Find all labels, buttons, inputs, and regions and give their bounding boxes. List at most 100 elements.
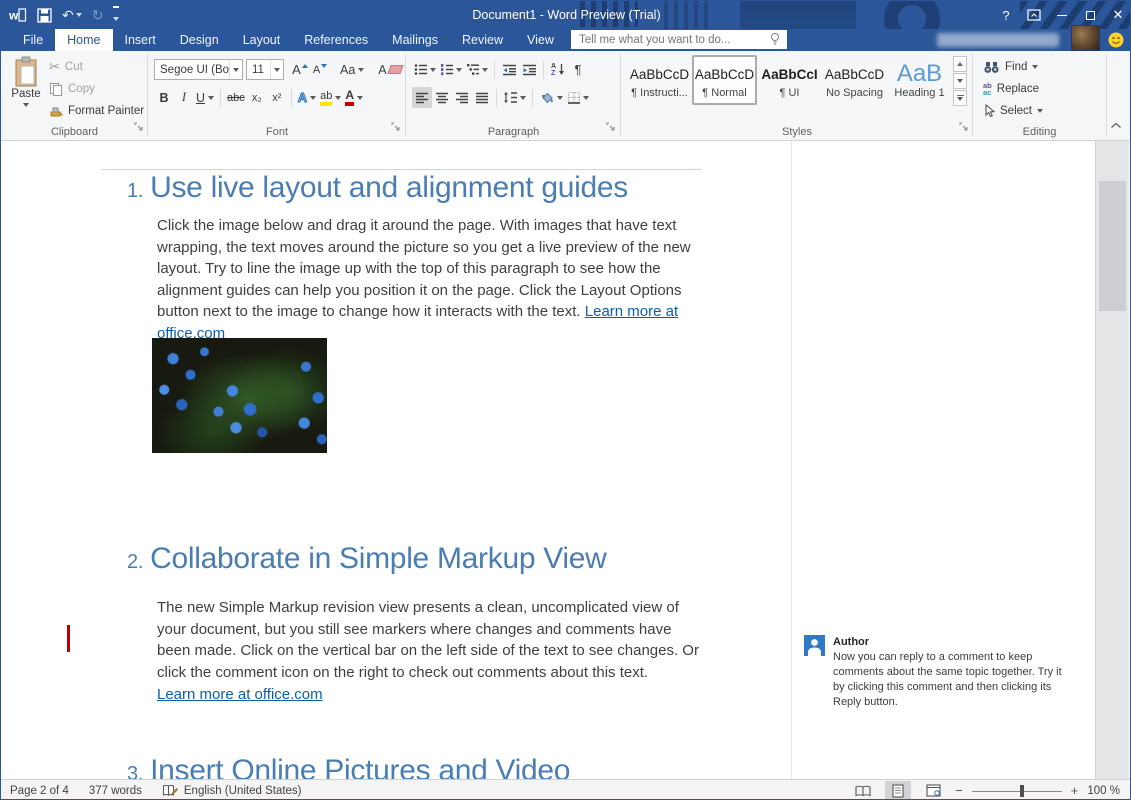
style-instructions[interactable]: AaBbCcD ¶ Instructi...: [627, 55, 692, 105]
office-link-2[interactable]: Learn more at office.com: [157, 686, 323, 703]
sort-button[interactable]: AZ: [548, 59, 568, 80]
tab-insert[interactable]: Insert: [113, 29, 168, 51]
tab-home[interactable]: Home: [55, 29, 112, 51]
font-dialog-launcher[interactable]: [391, 119, 401, 137]
tell-me-input[interactable]: [571, 34, 769, 46]
paste-button[interactable]: Paste: [7, 56, 45, 126]
print-layout-button[interactable]: [885, 781, 911, 800]
paste-dropdown-caret[interactable]: [23, 103, 29, 107]
close-button[interactable]: ✕: [1104, 1, 1131, 29]
style-ui[interactable]: AaBbCcI ¶ UI: [757, 55, 822, 105]
revision-marker-bar[interactable]: [67, 625, 70, 652]
font-size-caret[interactable]: [270, 60, 283, 79]
tab-review[interactable]: Review: [450, 29, 515, 51]
zoom-level[interactable]: 100 %: [1087, 785, 1120, 797]
clipboard-dialog-launcher[interactable]: [134, 119, 144, 137]
scrollbar-thumb[interactable]: [1099, 181, 1126, 311]
change-case-button[interactable]: Aa: [338, 59, 366, 80]
tab-layout[interactable]: Layout: [231, 29, 293, 51]
decrease-indent-button[interactable]: [499, 59, 519, 80]
bullets-caret[interactable]: [430, 68, 436, 72]
align-center-button[interactable]: [432, 87, 452, 108]
copy-button[interactable]: Copy: [49, 79, 95, 99]
tab-mailings[interactable]: Mailings: [380, 29, 450, 51]
highlight-caret[interactable]: [335, 96, 341, 100]
line-spacing-button[interactable]: [501, 87, 528, 108]
find-caret[interactable]: [1032, 65, 1038, 69]
tab-references[interactable]: References: [292, 29, 380, 51]
align-left-button[interactable]: [412, 87, 432, 108]
replace-button[interactable]: ab ac Replace: [983, 79, 1039, 99]
page-indicator[interactable]: Page 2 of 4: [10, 785, 69, 797]
save-icon[interactable]: [37, 1, 52, 29]
align-right-button[interactable]: [452, 87, 472, 108]
text-effects-caret[interactable]: [310, 96, 316, 100]
numbering-caret[interactable]: [456, 68, 462, 72]
tab-file[interactable]: File: [11, 29, 55, 51]
borders-caret[interactable]: [583, 96, 589, 100]
find-button[interactable]: Find: [983, 57, 1038, 77]
zoom-slider[interactable]: [972, 785, 1062, 797]
numbering-button[interactable]: [438, 59, 464, 80]
shading-caret[interactable]: [557, 96, 563, 100]
select-button[interactable]: Select: [983, 101, 1043, 121]
paragraph-dialog-launcher[interactable]: [606, 119, 616, 137]
styles-scroll-down[interactable]: [953, 73, 967, 89]
collapse-ribbon-button[interactable]: [1110, 116, 1122, 134]
multilevel-list-button[interactable]: [464, 59, 490, 80]
bullets-button[interactable]: [412, 59, 438, 80]
vertical-scrollbar[interactable]: [1095, 141, 1129, 779]
redo-button[interactable]: ↻: [92, 1, 104, 29]
undo-button[interactable]: ↶: [62, 1, 82, 29]
tab-design[interactable]: Design: [168, 29, 231, 51]
italic-button[interactable]: I: [174, 87, 194, 108]
shrink-font-button[interactable]: A: [310, 59, 330, 80]
subscript-button[interactable]: x₂: [247, 87, 267, 108]
cut-button[interactable]: ✂ Cut: [49, 57, 83, 77]
document-canvas[interactable]: 1. Use live layout and alignment guides …: [1, 141, 1131, 779]
undo-dropdown-caret[interactable]: [76, 13, 82, 17]
underline-button[interactable]: U: [194, 87, 216, 108]
styles-dialog-launcher[interactable]: [959, 119, 969, 137]
tab-view[interactable]: View: [515, 29, 566, 51]
flowers-image[interactable]: [152, 338, 327, 453]
font-size-combobox[interactable]: 11: [246, 59, 284, 80]
clear-formatting-button[interactable]: A: [376, 59, 403, 80]
bold-button[interactable]: B: [154, 87, 174, 108]
user-avatar[interactable]: [1071, 25, 1100, 51]
styles-scroll-up[interactable]: [953, 56, 967, 72]
format-painter-button[interactable]: Format Painter: [49, 101, 144, 121]
tell-me-box[interactable]: [571, 30, 787, 49]
word-count[interactable]: 377 words: [89, 785, 142, 797]
zoom-in-button[interactable]: +: [1071, 783, 1079, 798]
ribbon-display-options-button[interactable]: [1020, 1, 1048, 29]
style-no-spacing[interactable]: AaBbCcD No Spacing: [822, 55, 887, 105]
select-caret[interactable]: [1037, 109, 1043, 113]
text-effects-button[interactable]: A: [296, 87, 318, 108]
styles-more-button[interactable]: [953, 90, 967, 106]
multilevel-list-caret[interactable]: [482, 68, 488, 72]
customize-quick-access-button[interactable]: [113, 1, 119, 29]
feedback-smiley-icon[interactable]: [1108, 32, 1124, 53]
justify-button[interactable]: [472, 87, 492, 108]
zoom-slider-thumb[interactable]: [1020, 785, 1024, 797]
underline-caret[interactable]: [208, 96, 214, 100]
show-hide-marks-button[interactable]: ¶: [568, 59, 588, 80]
read-mode-button[interactable]: [850, 781, 876, 800]
font-color-button[interactable]: A: [343, 87, 365, 108]
zoom-out-button[interactable]: −: [955, 783, 963, 798]
font-name-combobox[interactable]: Segoe UI (Bod: [154, 59, 243, 80]
grow-font-button[interactable]: A: [290, 59, 310, 80]
style-normal[interactable]: AaBbCcD ¶ Normal: [692, 55, 757, 105]
increase-indent-button[interactable]: [519, 59, 539, 80]
highlight-button[interactable]: ab: [318, 87, 343, 108]
shading-button[interactable]: [537, 87, 565, 108]
superscript-button[interactable]: x²: [267, 87, 287, 108]
help-button[interactable]: ?: [992, 1, 1020, 29]
proofing-status[interactable]: English (United States): [162, 784, 302, 797]
font-name-caret[interactable]: [229, 60, 242, 79]
borders-button[interactable]: [565, 87, 591, 108]
strikethrough-button[interactable]: abc: [225, 87, 247, 108]
line-spacing-caret[interactable]: [520, 96, 526, 100]
web-layout-button[interactable]: [920, 781, 946, 800]
